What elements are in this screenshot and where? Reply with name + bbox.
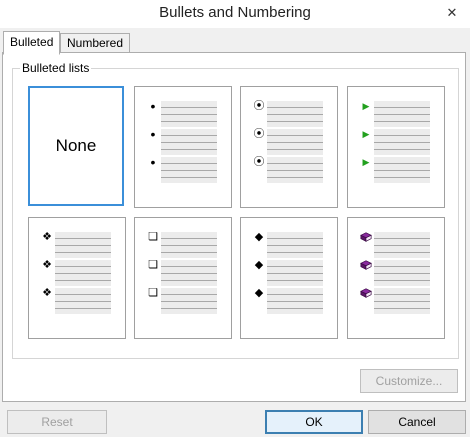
tab-numbered[interactable]: Numbered bbox=[60, 33, 131, 53]
bullet-option-none[interactable]: None bbox=[28, 86, 124, 206]
bullet-option-green-arrow[interactable]: ▶ ▶ ▶ bbox=[347, 86, 445, 208]
bullet-option-circle-dot[interactable]: ⦿ ⦿ ⦿ bbox=[240, 86, 338, 208]
bullet-sample-row: ❖ bbox=[41, 287, 113, 315]
bullet-sample-row: ❖ bbox=[41, 259, 113, 287]
bullet-option-purple-book[interactable] bbox=[347, 217, 445, 339]
cancel-button[interactable]: Cancel bbox=[368, 410, 466, 434]
small-dot-icon: • bbox=[150, 126, 156, 142]
ok-button[interactable]: OK bbox=[265, 410, 363, 434]
hollow-square-icon: ❏ bbox=[148, 259, 158, 271]
bullet-sample-row: ◆ bbox=[253, 231, 325, 259]
bullet-sample-row: ❖ bbox=[41, 231, 113, 259]
button-bar: Reset OK Cancel bbox=[0, 400, 470, 437]
tab-bulleted[interactable]: Bulleted bbox=[3, 31, 61, 55]
small-dot-icon: • bbox=[150, 154, 156, 170]
purple-book-icon bbox=[360, 259, 372, 271]
group-label: Bulleted lists bbox=[20, 61, 92, 75]
bullet-sample-row: ⦿ bbox=[253, 128, 325, 156]
small-dot-icon: • bbox=[150, 98, 156, 114]
bullet-option-small-dot[interactable]: • • • bbox=[134, 86, 232, 208]
bullet-sample-row bbox=[360, 287, 432, 315]
bullet-sample-row bbox=[360, 259, 432, 287]
hollow-square-icon: ❏ bbox=[148, 287, 158, 299]
bullet-sample-row: ▶ bbox=[360, 128, 432, 156]
bullet-sample-row: ⦿ bbox=[253, 156, 325, 184]
circle-dot-icon: ⦿ bbox=[253, 128, 265, 140]
green-arrow-icon: ▶ bbox=[362, 101, 370, 111]
hollow-square-icon: ❏ bbox=[148, 231, 158, 243]
four-diamonds-icon: ❖ bbox=[42, 259, 52, 271]
dialog-title: Bullets and Numbering bbox=[159, 4, 311, 21]
bullet-option-small-diamond[interactable]: ◆ ◆ ◆ bbox=[240, 217, 338, 339]
bullet-sample-row: ⦿ bbox=[253, 100, 325, 128]
bullet-sample-row: ▶ bbox=[360, 156, 432, 184]
bullet-option-hollow-square[interactable]: ❏ ❏ ❏ bbox=[134, 217, 232, 339]
tab-panel: Bulleted lists None • • • ⦿ ⦿ ⦿ ▶ ▶ ▶ ❖ ❖ ❖ ❏ ❏ ❏ ◆ ◆ ◆ Cu… bbox=[2, 52, 466, 402]
purple-book-icon bbox=[360, 287, 372, 299]
bullet-sample-row: ◆ bbox=[253, 287, 325, 315]
green-arrow-icon: ▶ bbox=[362, 157, 370, 167]
close-icon[interactable]: ✕ bbox=[442, 4, 462, 22]
four-diamonds-icon: ❖ bbox=[42, 287, 52, 299]
circle-dot-icon: ⦿ bbox=[253, 100, 265, 112]
purple-book-icon bbox=[360, 231, 372, 243]
none-label: None bbox=[55, 136, 97, 155]
bullet-sample-row: ◆ bbox=[253, 259, 325, 287]
green-arrow-icon: ▶ bbox=[362, 129, 370, 139]
four-diamonds-icon: ❖ bbox=[42, 231, 52, 243]
small-diamond-icon: ◆ bbox=[254, 259, 264, 271]
bullet-sample-row: ▶ bbox=[360, 100, 432, 128]
bullet-sample-row: ❏ bbox=[147, 231, 219, 259]
bullet-sample-row: ❏ bbox=[147, 259, 219, 287]
title-bar: Bullets and Numbering ✕ bbox=[0, 0, 470, 28]
small-diamond-icon: ◆ bbox=[254, 287, 264, 299]
customize-button[interactable]: Customize... bbox=[360, 369, 458, 393]
bullet-sample-row bbox=[360, 231, 432, 259]
reset-button[interactable]: Reset bbox=[7, 410, 107, 434]
bullet-sample-row: ❏ bbox=[147, 287, 219, 315]
bullet-option-four-diamonds[interactable]: ❖ ❖ ❖ bbox=[28, 217, 126, 339]
bullet-sample-row: • bbox=[147, 98, 219, 128]
circle-dot-icon: ⦿ bbox=[253, 156, 265, 168]
small-diamond-icon: ◆ bbox=[254, 231, 264, 243]
bullet-sample-row: • bbox=[147, 126, 219, 156]
bullet-sample-row: • bbox=[147, 154, 219, 184]
